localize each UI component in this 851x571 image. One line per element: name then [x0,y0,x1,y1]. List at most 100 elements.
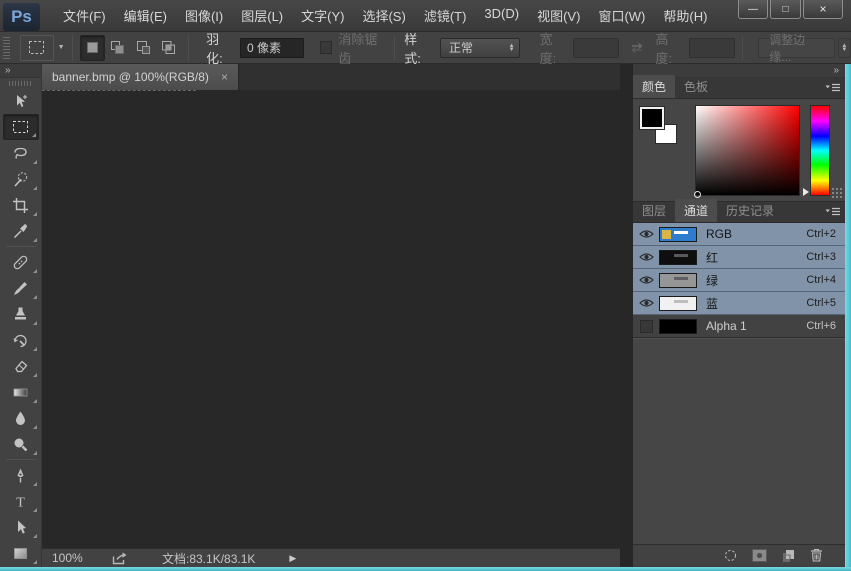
channel-row-red[interactable]: 红 Ctrl+3 [633,246,845,269]
export-icon[interactable] [112,552,128,565]
height-label: 高度: [655,29,683,67]
channel-shortcut: Ctrl+5 [806,297,836,309]
rectangle-tool[interactable] [3,540,39,566]
channel-row-rgb[interactable]: RGB Ctrl+2 [633,223,845,246]
type-tool[interactable]: T [3,488,39,514]
channel-label: 绿 [706,272,718,289]
options-grip[interactable] [3,37,10,59]
eyedropper-tool[interactable] [3,218,39,244]
zoom-level-field[interactable]: 100% [52,551,102,565]
width-input[interactable] [573,38,619,58]
new-selection-button[interactable] [80,35,105,61]
menu-filter[interactable]: 滤镜(T) [415,0,476,31]
feather-input[interactable] [240,38,304,58]
tab-channels[interactable]: 通道 [675,199,717,222]
move-tool[interactable] [3,88,39,114]
menu-edit[interactable]: 编辑(E) [115,0,176,31]
visibility-checkbox-empty[interactable] [633,320,659,333]
channel-list: RGB Ctrl+2 红 Ctrl+3 绿 Ctrl+4 [633,223,845,338]
new-channel-icon[interactable] [782,549,795,562]
quick-selection-tool[interactable] [3,166,39,192]
add-to-selection-button[interactable] [105,35,130,61]
height-input[interactable] [689,38,735,58]
photoshop-logo: Ps [3,3,40,31]
channel-row-green[interactable]: 绿 Ctrl+4 [633,269,845,292]
style-dropdown[interactable]: 正常 ▲▼ [440,38,520,58]
load-channel-as-selection-icon[interactable] [724,549,737,562]
menu-3d[interactable]: 3D(D) [475,0,528,31]
document-size-info[interactable]: 文档:83.1K/83.1K [162,550,255,567]
channel-label: 红 [706,249,718,266]
minimize-button[interactable]: — [738,0,768,19]
brush-tool[interactable] [3,275,39,301]
refine-edge-spinner[interactable]: ▲▼ [838,38,851,58]
menu-type[interactable]: 文字(Y) [292,0,353,31]
subtract-from-selection-button[interactable] [130,35,155,61]
menu-window[interactable]: 窗口(W) [589,0,654,31]
toolbox-collapse-chevron[interactable]: » [0,64,41,78]
refine-edge-button[interactable]: 调整边缘... [758,38,835,58]
save-selection-as-channel-icon[interactable] [752,549,767,562]
visibility-eye-icon[interactable] [633,275,659,285]
clone-stamp-tool[interactable] [3,301,39,327]
eraser-tool[interactable] [3,353,39,379]
menu-image[interactable]: 图像(I) [176,0,232,31]
tab-layers[interactable]: 图层 [633,199,675,222]
menu-help[interactable]: 帮助(H) [654,0,716,31]
hue-slider-marker[interactable] [803,188,809,196]
saturation-brightness-box[interactable] [695,105,800,196]
canvas[interactable] [42,90,620,548]
tab-close-icon[interactable]: × [221,70,228,84]
status-arrow-icon[interactable]: ▶ [289,553,296,564]
history-brush-tool[interactable] [3,327,39,353]
blur-tool[interactable] [3,405,39,431]
swap-dimensions-icon[interactable] [629,42,645,54]
lasso-tool[interactable] [3,140,39,166]
feather-label: 羽化: [206,29,234,67]
toolbox: » [0,64,42,567]
close-button[interactable]: × [803,0,843,19]
tab-swatches[interactable]: 色板 [675,75,717,98]
channel-row-blue[interactable]: 蓝 Ctrl+5 [633,292,845,315]
dodge-tool[interactable] [3,431,39,457]
crop-tool[interactable] [3,192,39,218]
hue-ramp[interactable] [810,105,830,196]
tool-preset-picker[interactable]: ▼ [20,35,65,61]
rectangular-marquee-tool[interactable] [3,114,39,140]
intersect-selection-button[interactable] [156,35,181,61]
tool-separator [6,246,36,247]
delete-channel-icon[interactable] [810,548,823,562]
channel-label: Alpha 1 [706,319,747,333]
toolbox-grip[interactable] [9,81,33,86]
menu-layer[interactable]: 图层(L) [232,0,292,31]
menu-view[interactable]: 视图(V) [528,0,589,31]
panel-menu-icon[interactable] [825,207,841,217]
document-tab[interactable]: banner.bmp @ 100%(RGB/8) × [42,64,239,90]
style-label: 样式: [404,29,432,67]
maximize-button[interactable]: □ [770,0,801,19]
tab-history[interactable]: 历史记录 [717,199,783,222]
channel-row-alpha1[interactable]: Alpha 1 Ctrl+6 [633,315,845,338]
flyout-indicator [33,425,37,429]
gradient-tool[interactable] [3,379,39,405]
pen-tool[interactable] [3,462,39,488]
selection-marching-ants [42,90,196,95]
visibility-eye-icon[interactable] [633,229,659,239]
path-selection-tool[interactable] [3,514,39,540]
tab-color[interactable]: 颜色 [633,75,675,98]
menu-file[interactable]: 文件(F) [54,0,115,31]
antialias-checkbox[interactable] [320,41,332,54]
spot-healing-brush-tool[interactable] [3,249,39,275]
panel-dock: » 颜色 色板 图层 通道 历史记录 [633,64,845,567]
visibility-eye-icon[interactable] [633,252,659,262]
panel-resize-grip[interactable] [831,187,843,199]
foreground-color-swatch[interactable] [640,107,664,129]
panel-menu-icon[interactable] [825,83,841,93]
flyout-indicator [33,238,37,242]
visibility-eye-icon[interactable] [633,298,659,308]
channel-thumbnail [659,273,697,288]
antialias-label: 消除锯齿 [338,29,387,67]
channels-panel-tabs: 图层 通道 历史记录 [633,202,845,223]
workspace-gutter [620,64,633,567]
menu-select[interactable]: 选择(S) [353,0,414,31]
